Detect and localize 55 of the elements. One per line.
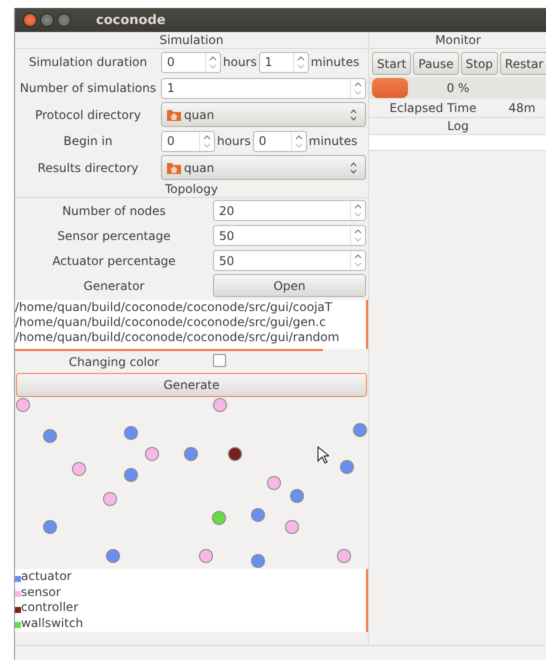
cursor-icon (317, 446, 329, 464)
checkbox[interactable] (213, 354, 226, 367)
legend-label: sensor (21, 584, 61, 600)
legend-label: wallswitch (21, 616, 84, 631)
scroll-bar[interactable] (15, 349, 323, 351)
field-label: Simulation duration (28, 55, 148, 69)
section-header: Topology (15, 181, 368, 198)
folder-icon (166, 160, 182, 174)
legend-label: actuator (21, 569, 72, 584)
section-header: Simulation (15, 32, 368, 49)
unit-label: minutes (310, 55, 360, 69)
spin-field[interactable]: 20 (213, 200, 366, 221)
open-button[interactable]: Open (213, 274, 366, 297)
log-field[interactable] (369, 135, 546, 151)
field-label: Actuator percentage (51, 254, 177, 268)
field-label: Begin in (62, 134, 114, 148)
close-icon[interactable] (23, 13, 37, 27)
monitor-button[interactable]: Stop (460, 52, 498, 75)
file-path[interactable]: /home/quan/build/coconode/coconode/src/gui/gen.c (15, 315, 366, 330)
window-title: coconode (96, 12, 166, 28)
maximize-icon[interactable] (57, 13, 71, 27)
monitor-button[interactable]: Restar (500, 52, 546, 75)
field-label: Protocol directory (34, 108, 142, 122)
file-path[interactable]: /home/quan/build/coconode/coconode/src/gui/random (15, 330, 366, 345)
monitor-button[interactable]: Pause (413, 52, 459, 75)
folder-icon (166, 108, 182, 122)
unit-label: hours (217, 134, 251, 148)
unit-label: minutes (308, 134, 358, 148)
elapsed-value: 48m (508, 101, 536, 115)
section-header: Monitor (369, 32, 546, 49)
field-label: Generator (82, 278, 146, 292)
field-label: Number of simulations (18, 81, 158, 95)
progress-reading: 0 % (446, 81, 470, 95)
field-label: Sensor percentage (56, 228, 172, 242)
monitor-button[interactable]: Start (372, 52, 412, 75)
spin-field[interactable]: 0 (252, 130, 307, 152)
spin-field[interactable]: 1 (161, 78, 366, 98)
field-label: Results directory (36, 160, 140, 174)
updown-icon (350, 162, 357, 174)
directory-combo[interactable]: quan (161, 155, 366, 180)
spin-field[interactable]: 50 (213, 250, 366, 271)
generate-button[interactable]: Generate (16, 373, 367, 397)
updown-icon (350, 108, 357, 120)
elapsed-label: Eclapsed Time (388, 101, 478, 115)
unit-label: hours (223, 55, 257, 69)
spin-field[interactable]: 0 (161, 52, 221, 72)
spin-field[interactable]: 0 (161, 130, 215, 152)
file-path[interactable]: /home/quan/build/coconode/coconode/src/gui/coojaT (15, 300, 366, 315)
directory-combo[interactable]: quan (161, 102, 366, 127)
spin-field[interactable]: 1 (258, 52, 309, 72)
field-label: Changing color (68, 355, 160, 369)
legend-label: controller (21, 600, 78, 616)
spin-field[interactable]: 50 (213, 225, 366, 246)
minimize-icon[interactable] (40, 13, 54, 27)
field-label: Number of nodes (61, 204, 167, 218)
